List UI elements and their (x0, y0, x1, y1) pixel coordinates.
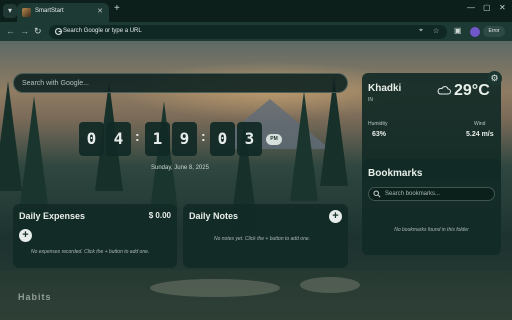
daily-notes-card: Daily Notes + No notes yet. Click the + … (183, 204, 348, 268)
humidity-label: Humidity (368, 121, 388, 127)
clock-digit: 0 (79, 122, 104, 156)
background-tree (0, 81, 22, 191)
add-note-button[interactable]: + (329, 210, 342, 223)
tab-strip: ▾ SmartStart ✕ + — ▢ ✕ (0, 0, 512, 22)
notes-empty-message: No notes yet. Click the + button to add … (214, 236, 311, 242)
close-icon[interactable]: ✕ (97, 7, 103, 15)
browser-toolbar: ← → ↻ Search Google or type a URL ⌖ ☆ ▣ … (0, 22, 512, 41)
new-tab-button[interactable]: + (114, 3, 120, 14)
profile-error-chip[interactable]: Error (483, 26, 505, 37)
reload-icon[interactable]: ↻ (34, 26, 42, 37)
tab-title: SmartStart (35, 8, 64, 14)
expenses-title: Daily Expenses (19, 211, 86, 221)
clock-digit: 0 (210, 122, 235, 156)
background-rock (300, 277, 360, 293)
background-tree (20, 96, 48, 206)
window-close-icon[interactable]: ✕ (499, 3, 506, 12)
clock-separator: : (201, 128, 206, 144)
search-placeholder: Search with Google... (22, 80, 89, 87)
habits-section-title: Habits (18, 292, 52, 302)
weather-country: IN (368, 97, 373, 103)
bookmarks-widget: Bookmarks Search bookmarks... No bookmar… (362, 159, 501, 255)
bookmarks-title: Bookmarks (368, 168, 423, 179)
location-icon[interactable]: ⌖ (419, 27, 423, 35)
google-icon (54, 27, 63, 36)
background-tree (150, 101, 178, 211)
back-icon[interactable]: ← (6, 26, 15, 36)
address-bar[interactable]: Search Google or type a URL ⌖ ☆ (49, 25, 447, 39)
notes-title: Daily Notes (189, 211, 239, 221)
daily-expenses-card: Daily Expenses $ 0.00 + No expenses reco… (13, 204, 177, 268)
search-icon (373, 190, 381, 198)
humidity-value: 63% (372, 131, 387, 138)
background-rock (150, 279, 280, 297)
minimize-icon[interactable]: — (467, 3, 475, 12)
star-icon[interactable]: ☆ (433, 27, 439, 35)
bookmarks-empty-message: No bookmarks found in this folder (394, 227, 469, 233)
forward-icon[interactable]: → (20, 26, 29, 36)
clock-separator: : (135, 128, 140, 144)
tab-smartstart[interactable]: SmartStart ✕ (17, 3, 109, 22)
expenses-empty-message: No expenses recorded. Click the + button… (31, 249, 150, 255)
favicon-icon (22, 8, 31, 17)
tab-search-button[interactable]: ▾ (3, 4, 17, 18)
settings-gear-icon[interactable]: ⚙ (487, 71, 502, 86)
bookmarks-search-input[interactable]: Search bookmarks... (368, 187, 495, 201)
clock-digit: 3 (237, 122, 262, 156)
bookmarks-search-placeholder: Search bookmarks... (385, 191, 441, 197)
maximize-icon[interactable]: ▢ (483, 3, 491, 12)
partly-cloudy-icon (437, 86, 451, 95)
profile-avatar[interactable] (470, 27, 480, 37)
weather-city: Khadki (368, 83, 402, 94)
expenses-total: $ 0.00 (148, 211, 171, 220)
weather-temperature: 29°C (454, 82, 490, 99)
clock-digit: 9 (172, 122, 197, 156)
date-label: Sunday, June 8, 2025 (151, 165, 209, 171)
address-text: Search Google or type a URL (63, 28, 142, 34)
extensions-icon[interactable]: ▣ (454, 26, 462, 35)
clock-period: PM (266, 134, 282, 145)
clock-digit: 4 (106, 122, 131, 156)
background-tree (290, 91, 318, 201)
wind-label: Wind (474, 121, 486, 127)
wind-value: 5.24 m/s (466, 131, 494, 138)
background-ground (0, 270, 512, 320)
clock-digit: 1 (145, 122, 170, 156)
add-expense-button[interactable]: + (19, 229, 32, 242)
google-search-input[interactable]: Search with Google... (13, 73, 348, 93)
